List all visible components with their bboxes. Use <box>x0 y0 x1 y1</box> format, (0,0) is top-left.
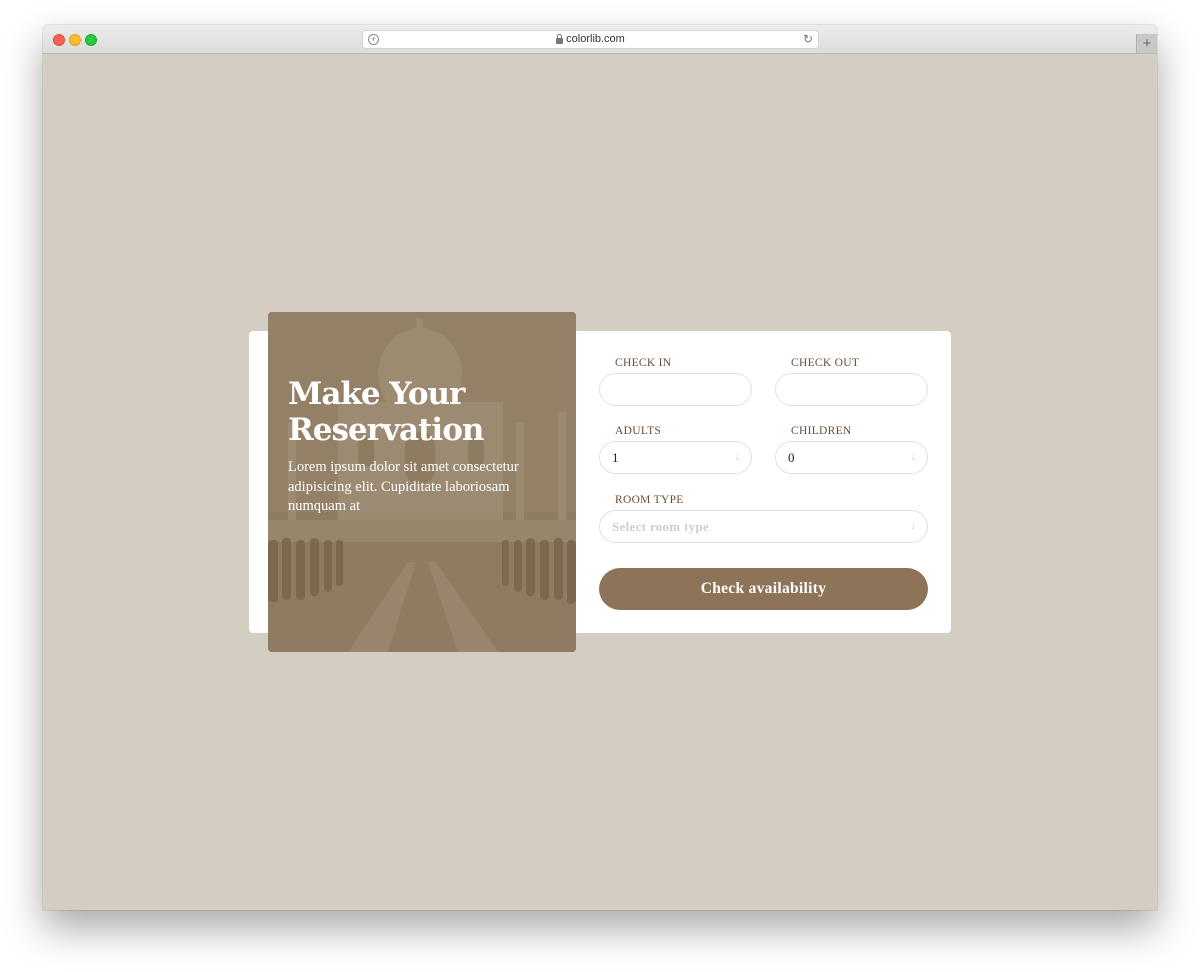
privacy-icon[interactable]: + <box>368 34 379 45</box>
url-text: colorlib.com <box>566 33 625 45</box>
check-out-input[interactable] <box>775 373 928 406</box>
browser-window: + colorlib.com ↻ + Make Your Reservation… <box>43 25 1157 910</box>
room-type-label: ROOM TYPE <box>615 494 684 506</box>
arrow-down-icon: ↓ <box>734 451 741 463</box>
check-out-label: CHECK OUT <box>791 357 860 369</box>
adults-select[interactable]: 1 ↓ <box>599 441 752 474</box>
browser-titlebar: + colorlib.com ↻ + <box>43 25 1157 54</box>
arrow-down-icon: ↓ <box>910 451 917 463</box>
room-type-placeholder: Select room type <box>612 519 709 534</box>
hero-title: Make Your Reservation <box>288 376 484 448</box>
children-value: 0 <box>788 450 795 465</box>
minimize-window-button[interactable] <box>69 34 81 46</box>
check-availability-button[interactable]: Check availability <box>599 568 928 610</box>
zoom-window-button[interactable] <box>85 34 97 46</box>
reload-icon[interactable]: ↻ <box>803 31 813 48</box>
new-tab-button[interactable]: + <box>1136 34 1157 53</box>
children-label: CHILDREN <box>791 425 852 437</box>
close-window-button[interactable] <box>53 34 65 46</box>
hero-description: Lorem ipsum dolor sit amet consectetur a… <box>288 459 519 514</box>
adults-value: 1 <box>612 450 619 465</box>
check-in-input[interactable] <box>599 373 752 406</box>
address-bar[interactable]: + colorlib.com ↻ <box>362 30 819 49</box>
room-type-select[interactable]: Select room type ↓ <box>599 510 928 543</box>
check-in-label: CHECK IN <box>615 357 672 369</box>
adults-label: ADULTS <box>615 425 662 437</box>
hero-panel: Make Your Reservation Lorem ipsum dolor … <box>268 312 576 652</box>
lock-icon <box>556 33 564 44</box>
arrow-down-icon: ↓ <box>910 520 917 532</box>
children-select[interactable]: 0 ↓ <box>775 441 928 474</box>
